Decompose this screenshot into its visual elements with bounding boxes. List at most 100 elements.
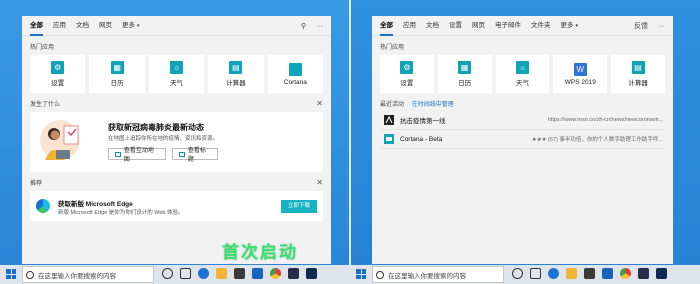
news-title: 获取新冠病毒肺炎最新动态 — [108, 123, 204, 132]
view-map-button[interactable]: 查看互动地图 — [108, 148, 166, 163]
recent-item-title: 抗击疫情第一线 — [400, 118, 446, 125]
gear-icon: ⚙ — [400, 61, 414, 74]
app-cortana[interactable]: Cortana — [267, 55, 324, 93]
app-calculator[interactable]: ▤ 计算器 — [611, 55, 665, 93]
news-card[interactable]: 获取新冠病毒肺炎最新动态 在地图上追踪你所在地的疫情、资讯和资源。 查看互动地图… — [30, 112, 323, 172]
cortana-icon — [288, 62, 302, 76]
cortana-circle-icon[interactable] — [162, 268, 173, 279]
download-button[interactable]: 立即下载 — [281, 200, 317, 213]
chrome-icon[interactable] — [270, 268, 281, 279]
app-wps[interactable]: W WPS 2019 — [553, 55, 608, 93]
recent-activity-head: 最近活动 在时间线中管理 — [372, 93, 673, 111]
store-icon[interactable] — [584, 268, 595, 279]
search-tabs: 全部 应用 文档 网页 更多 ▾ ⚲ ··· — [22, 16, 331, 36]
recent-item[interactable]: Cortana - Beta ★★★ (67) 事半功倍，你的个人数字助理工作助… — [380, 130, 665, 149]
top-apps: ⚙ 设置 ▦ 日历 ☼ 天气 ▤ 计算器 Cortana — [22, 55, 331, 93]
close-icon[interactable]: ✕ — [316, 99, 323, 108]
app-icon[interactable] — [638, 268, 649, 279]
app-label: 天气 — [515, 80, 529, 87]
tab-more[interactable]: 更多 ▾ — [122, 16, 140, 36]
search-placeholder: 在这里输入你要搜索的内容 — [38, 272, 116, 280]
tab-all[interactable]: 全部 — [380, 16, 393, 36]
tab-web[interactable]: 网页 — [472, 16, 485, 36]
photoshop-icon[interactable] — [306, 268, 317, 279]
close-icon[interactable]: ✕ — [316, 178, 323, 187]
recent-item[interactable]: 抗击疫情第一线 https://www.msn.cn/zh-cn/news/ne… — [380, 111, 665, 130]
app-calendar[interactable]: ▦ 日历 — [437, 55, 492, 93]
news-section-title: 发生了什么 — [30, 102, 61, 108]
news-subtitle: 在地图上追踪你所在地的疫情、资讯和资源。 — [108, 136, 219, 142]
tab-apps[interactable]: 应用 — [403, 16, 416, 36]
app-settings[interactable]: ⚙ 设置 — [380, 55, 434, 93]
chevron-down-icon: ▾ — [137, 22, 140, 29]
divider — [349, 0, 351, 284]
view-headlines-label: 查看标题 — [187, 148, 206, 163]
tab-tools: 反馈 ··· — [634, 16, 665, 36]
more-options-icon[interactable]: ··· — [658, 23, 665, 30]
store-icon[interactable] — [234, 268, 245, 279]
app-weather[interactable]: ☼ 天气 — [495, 55, 550, 93]
feedback-icon[interactable]: ⚲ — [301, 22, 306, 30]
view-map-label: 查看互动地图 — [123, 148, 154, 163]
tab-web[interactable]: 网页 — [99, 16, 112, 36]
cortana-icon — [384, 134, 394, 144]
cortana-circle-icon[interactable] — [512, 268, 523, 279]
top-apps: ⚙ 设置 ▦ 日历 ☼ 天气 W WPS 2019 ▤ 计算器 — [372, 55, 673, 93]
map-icon — [115, 151, 121, 157]
edge-taskbar-icon[interactable] — [198, 268, 209, 279]
recent-item-title: Cortana - Beta — [400, 135, 443, 143]
tab-all[interactable]: 全部 — [30, 16, 43, 36]
tab-email[interactable]: 电子邮件 — [495, 16, 521, 36]
windows-start-icon[interactable] — [6, 269, 16, 279]
edge-subtitle: 新版 Microsoft Edge 是你为你们设计的 Web 体验。 — [58, 210, 184, 216]
view-headlines-button[interactable]: 查看标题 — [172, 148, 218, 163]
search-panel-left: 全部 应用 文档 网页 更多 ▾ ⚲ ··· 热门应用 ⚙ 设置 ▦ 日历 ☼ 天… — [22, 16, 331, 264]
search-input[interactable]: 在这里输入你要搜索的内容 — [22, 266, 154, 283]
manage-timeline-link[interactable]: 在时间线中管理 — [412, 102, 454, 108]
more-options-icon[interactable]: ··· — [316, 23, 323, 30]
top-apps-title: 热门应用 — [380, 45, 405, 51]
tab-folders[interactable]: 文件夹 — [531, 16, 551, 36]
tab-documents[interactable]: 文档 — [76, 16, 89, 36]
recent-activity-title: 最近活动 — [380, 102, 405, 108]
app-calendar[interactable]: ▦ 日历 — [89, 55, 145, 93]
app-label: 计算器 — [628, 80, 648, 87]
tab-settings[interactable]: 设置 — [449, 16, 462, 36]
gear-icon: ⚙ — [51, 61, 65, 74]
search-icon — [376, 270, 384, 279]
task-view-icon[interactable] — [180, 268, 191, 279]
app-weather[interactable]: ☼ 天气 — [148, 55, 205, 93]
tab-more[interactable]: 更多 ▾ — [561, 16, 579, 36]
app-calculator[interactable]: ▤ 计算器 — [208, 55, 264, 93]
file-explorer-icon[interactable] — [566, 268, 577, 279]
caption-first-launch: 首次启动 — [222, 243, 298, 263]
file-explorer-icon[interactable] — [216, 268, 227, 279]
tab-apps[interactable]: 应用 — [53, 16, 66, 36]
top-apps-title: 热门应用 — [30, 45, 55, 51]
search-input[interactable]: 在这里输入你要搜索的内容 — [372, 266, 504, 283]
chrome-icon[interactable] — [620, 268, 631, 279]
mail-icon[interactable] — [252, 268, 263, 279]
calendar-icon: ▦ — [458, 61, 472, 74]
edge-logo-icon — [36, 199, 50, 213]
edge-taskbar-icon[interactable] — [548, 268, 559, 279]
tab-more-label: 更多 — [122, 21, 135, 29]
app-label: 天气 — [170, 80, 184, 87]
weather-icon: ☼ — [515, 61, 529, 74]
photoshop-icon[interactable] — [656, 268, 667, 279]
app-icon[interactable] — [288, 268, 299, 279]
task-view-icon[interactable] — [530, 268, 541, 279]
edge-card[interactable]: 获取新版 Microsoft Edge 新版 Microsoft Edge 是你… — [30, 191, 323, 221]
windows-start-icon[interactable] — [356, 269, 366, 279]
tab-documents[interactable]: 文档 — [426, 16, 439, 36]
calculator-icon: ▤ — [631, 61, 645, 74]
app-settings[interactable]: ⚙ 设置 — [30, 55, 86, 93]
search-placeholder: 在这里输入你要搜索的内容 — [388, 272, 466, 280]
app-label: 设置 — [400, 80, 414, 87]
search-tabs: 全部 应用 文档 设置 网页 电子邮件 文件夹 更多 ▾ 反馈 ··· — [372, 16, 673, 36]
news-icon — [384, 115, 394, 125]
feedback-link[interactable]: 反馈 — [634, 21, 648, 31]
tab-tools: ⚲ ··· — [301, 16, 323, 36]
recent-item-meta: ★★★ (67) 事半功倍，你的个人数字助理工作助手呼... — [531, 137, 663, 143]
mail-icon[interactable] — [602, 268, 613, 279]
